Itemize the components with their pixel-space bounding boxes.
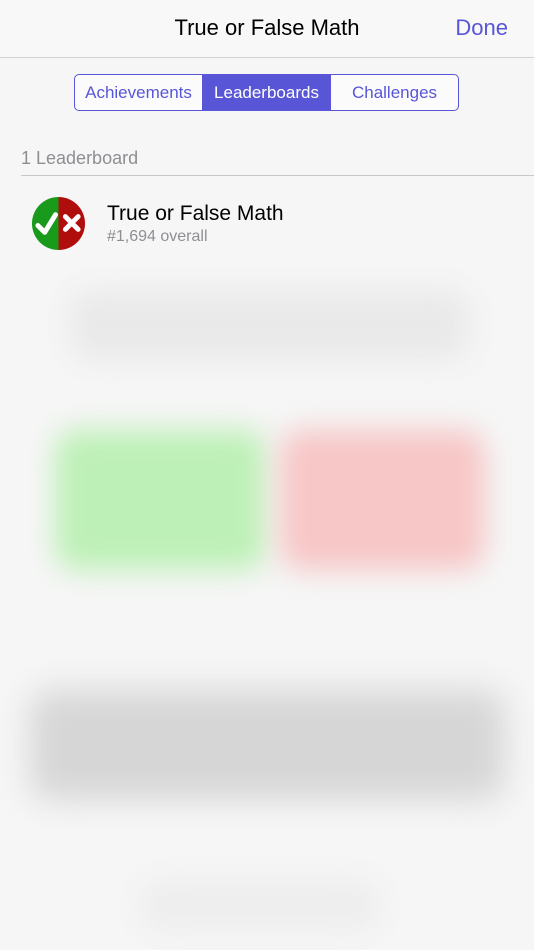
tab-leaderboards[interactable]: Leaderboards [202,75,330,110]
blurred-false-button [280,430,485,570]
leaderboard-row[interactable]: True or False Math #1,694 overall [0,176,534,268]
blurred-true-button [55,430,265,570]
tab-achievements[interactable]: Achievements [75,75,202,110]
navigation-bar: True or False Math Done [0,0,534,58]
leaderboard-name: True or False Math [107,202,284,225]
blurred-bottom-bar [30,690,505,800]
segmented-control: Achievements Leaderboards Challenges [74,74,459,111]
leaderboard-rank: #1,694 overall [107,228,208,245]
page-title: True or False Math [174,15,360,40]
blurred-footer [140,880,380,930]
done-button[interactable]: Done [455,15,508,41]
section-header: 1 Leaderboard [21,148,139,168]
tab-challenges[interactable]: Challenges [330,75,458,110]
blurred-equation-area [70,290,470,360]
check-cross-icon [31,196,86,251]
blurred-game-background [0,0,534,950]
